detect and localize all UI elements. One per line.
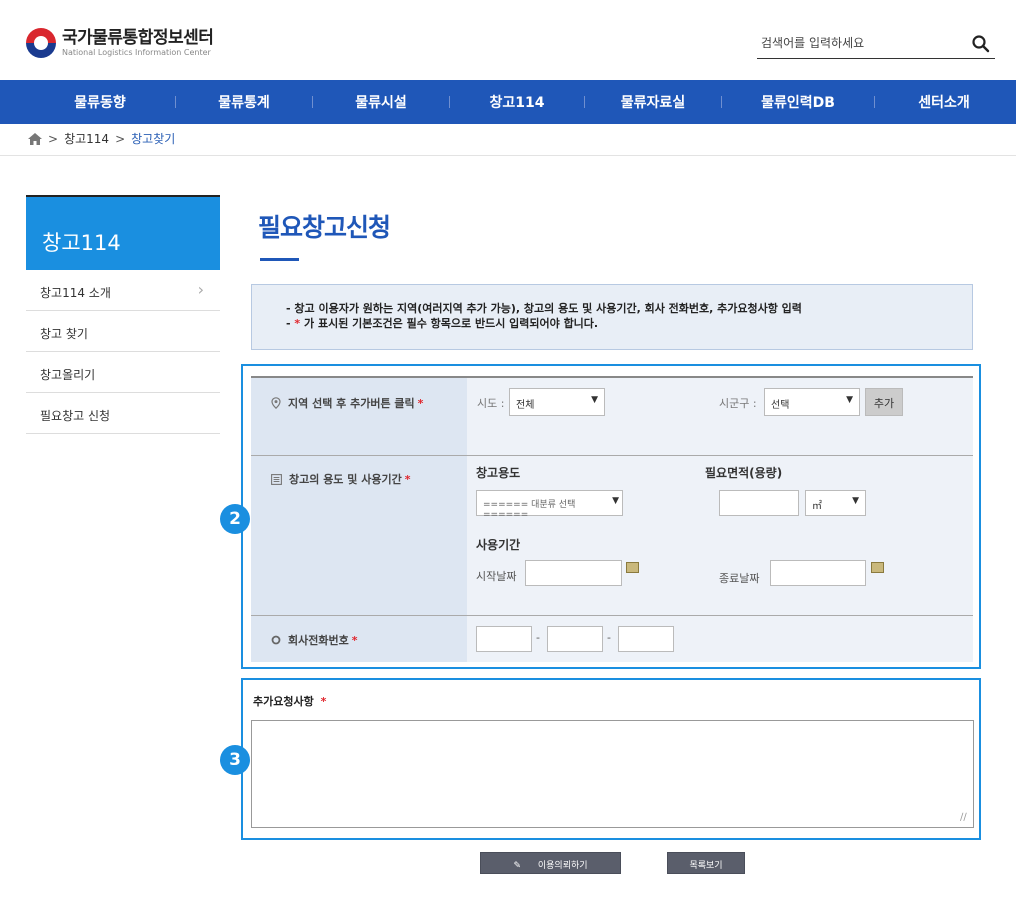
nav-item-logistics-manpower-db[interactable]: 물류인력DB (722, 92, 874, 112)
chevron-down-icon: ▼ (612, 496, 619, 506)
area-input[interactable] (719, 490, 799, 516)
step-badge: 3 (220, 745, 250, 775)
logo-title-ko: 국가물류통합정보센터 (62, 28, 214, 48)
nav-item-logistics-library[interactable]: 물류자료실 (585, 92, 721, 112)
start-date-label: 시작날짜 (476, 570, 517, 583)
nav-item-logistics-trends[interactable]: 물류동향 (25, 92, 175, 112)
breadcrumb: > 창고114 > 창고찾기 (28, 130, 175, 147)
home-icon[interactable] (28, 132, 42, 145)
apply-button[interactable]: ✎ 이용의뢰하기 (480, 852, 621, 874)
nav-item-logistics-facilities[interactable]: 물류시설 (313, 92, 449, 112)
step-badge: 2 (220, 504, 250, 534)
chevron-down-icon: ▼ (846, 395, 853, 405)
sido-label: 시도 : (477, 397, 505, 410)
side-nav-item-label: 창고올리기 (40, 368, 96, 382)
usage-category-select[interactable]: ====== 대분류 선택 ====== ▼ (476, 490, 623, 520)
end-date-label: 종료날짜 (719, 572, 760, 585)
required-mark: * (404, 472, 411, 486)
list-button[interactable]: 목록보기 (667, 852, 745, 874)
extra-request-label: 추가요청사항 * (253, 695, 327, 708)
side-nav-item-find[interactable]: 창고 찾기 (26, 311, 220, 352)
phone-dash: - (607, 631, 611, 644)
period-title: 사용기간 (476, 538, 521, 552)
notice-line: - * 가 표시된 기본조건은 필수 항목으로 반드시 입력되어야 합니다. (286, 317, 599, 330)
nav-item-logistics-statistics[interactable]: 물류통계 (176, 92, 312, 112)
add-region-button[interactable]: 추가 (865, 388, 903, 416)
side-navigation: 창고114 창고114 소개 › 창고 찾기 창고올리기 필요창고 신청 (26, 195, 220, 434)
taegeuk-logo-icon (26, 28, 56, 58)
notice-line: - 창고 이용자가 원하는 지역(여러지역 추가 가능), 창고의 용도 및 사… (286, 302, 802, 315)
request-form-table: 지역 선택 후 추가버튼 클릭 * 시도 : 전체 ▼ 시군구 : 선택 ▼ 추… (251, 376, 973, 662)
search-input[interactable] (757, 30, 957, 56)
required-mark: * (351, 633, 358, 647)
end-date-input[interactable] (770, 560, 866, 586)
pencil-icon: ✎ (513, 861, 521, 871)
start-date-input[interactable] (525, 560, 622, 586)
area-unit-select[interactable]: ㎡ ▼ (805, 490, 866, 516)
sigungu-select[interactable]: 선택 ▼ (764, 388, 860, 416)
breadcrumb-item[interactable]: 창고114 (64, 130, 109, 147)
document-icon (271, 473, 282, 485)
form-row-phone: 회사전화번호 * - - (251, 616, 973, 662)
side-nav-item-label: 창고114 소개 (40, 286, 111, 300)
phone-label: 회사전화번호 (288, 634, 349, 647)
chevron-right-icon: > (48, 131, 59, 146)
phone-dash: - (536, 631, 540, 644)
side-nav-item-label: 필요창고 신청 (40, 409, 111, 423)
usage-label: 창고의 용도 및 사용기간 (289, 473, 402, 486)
sido-select[interactable]: 전체 ▼ (509, 388, 605, 416)
header: 국가물류통합정보센터 National Logistics Informatio… (0, 0, 1016, 80)
sigungu-label: 시군구 : (719, 397, 757, 410)
logo-title-en: National Logistics Information Center (62, 48, 211, 57)
extra-request-textarea[interactable] (251, 720, 974, 828)
required-mark: * (320, 695, 327, 708)
search-bar (757, 30, 995, 59)
divider (0, 155, 1016, 156)
chevron-down-icon: ▼ (591, 395, 598, 405)
side-nav-item-intro[interactable]: 창고114 소개 › (26, 270, 220, 311)
site-logo[interactable]: 국가물류통합정보센터 National Logistics Informatio… (26, 28, 214, 58)
side-nav-title: 창고114 (26, 195, 220, 270)
required-mark: * (417, 396, 424, 410)
side-nav-item-request[interactable]: 필요창고 신청 (26, 393, 220, 434)
calendar-icon[interactable] (871, 562, 884, 573)
nav-item-warehouse114[interactable]: 창고114 (450, 92, 584, 112)
phone-part3-input[interactable] (618, 626, 674, 652)
resize-grip-icon[interactable]: ∕∕ (960, 812, 1014, 911)
phone-part1-input[interactable] (476, 626, 532, 652)
breadcrumb-current[interactable]: 창고찾기 (131, 130, 175, 147)
nav-item-center-intro[interactable]: 센터소개 (875, 92, 1013, 112)
map-pin-icon (271, 397, 281, 409)
chevron-right-icon: > (115, 131, 126, 146)
usage-title: 창고용도 (476, 466, 521, 480)
search-icon[interactable] (971, 34, 991, 54)
form-row-usage: 창고의 용도 및 사용기간 * 창고용도 ====== 대분류 선택 =====… (251, 456, 973, 616)
circle-bullet-icon (271, 635, 281, 645)
phone-part2-input[interactable] (547, 626, 603, 652)
region-label: 지역 선택 후 추가버튼 클릭 (288, 397, 415, 410)
chevron-down-icon: ▼ (852, 496, 859, 506)
side-nav-item-register[interactable]: 창고올리기 (26, 352, 220, 393)
calendar-icon[interactable] (626, 562, 639, 573)
notice-box: - 창고 이용자가 원하는 지역(여러지역 추가 가능), 창고의 용도 및 사… (251, 284, 973, 350)
title-underline (260, 258, 299, 261)
main-navigation: 물류동향 물류통계 물류시설 창고114 물류자료실 물류인력DB 센터소개 (0, 80, 1016, 124)
page-title: 필요창고신청 (258, 213, 391, 242)
area-title: 필요면적(용량) (705, 466, 783, 480)
chevron-right-icon: › (197, 280, 204, 299)
side-nav-item-label: 창고 찾기 (40, 327, 88, 341)
form-row-region: 지역 선택 후 추가버튼 클릭 * 시도 : 전체 ▼ 시군구 : 선택 ▼ 추… (251, 378, 973, 456)
